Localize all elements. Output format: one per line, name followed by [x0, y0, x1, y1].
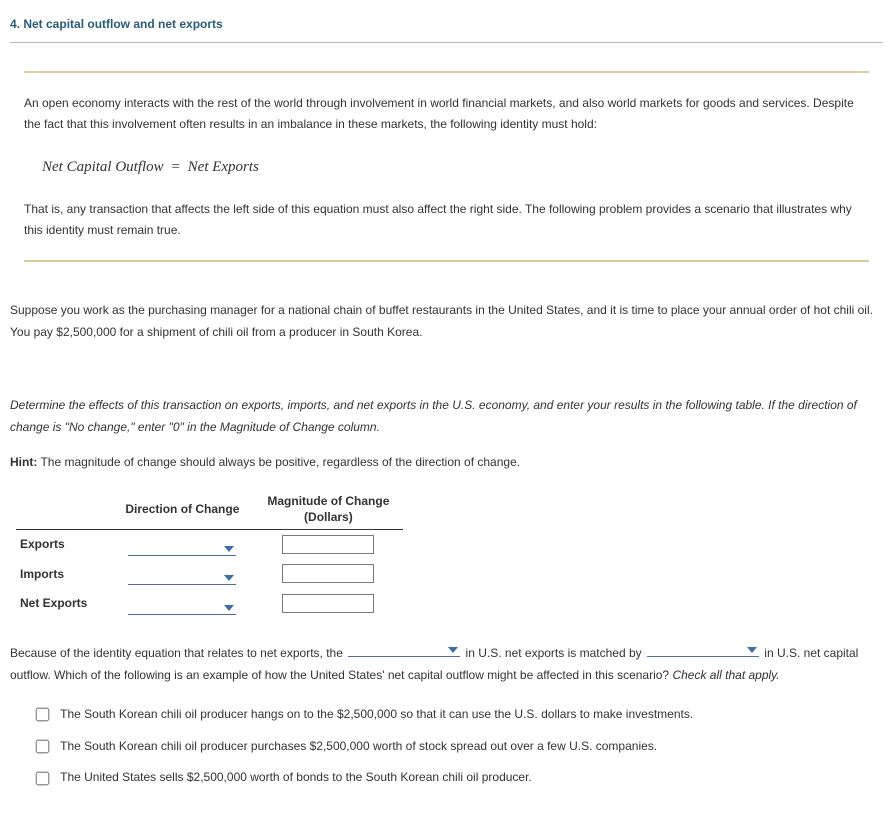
checkbox-option: The South Korean chili oil producer hang…	[32, 704, 883, 726]
followup-paragraph: Because of the identity equation that re…	[10, 643, 883, 686]
scenario-paragraph: Suppose you work as the purchasing manag…	[10, 300, 883, 343]
table-row: Exports	[16, 530, 403, 560]
checkbox-option: The South Korean chili oil producer purc…	[32, 736, 883, 758]
checkbox-option-1[interactable]	[36, 708, 50, 722]
question-title: 4. Net capital outflow and net exports	[10, 14, 883, 36]
row-label-exports: Exports	[16, 530, 111, 560]
magnitude-input-exports[interactable]	[282, 535, 374, 554]
magnitude-input-imports[interactable]	[282, 564, 374, 583]
inline-dropdown-nco-change[interactable]	[647, 643, 759, 657]
chevron-down-icon	[224, 605, 234, 611]
after-equation-paragraph: That is, any transaction that affects th…	[24, 199, 869, 242]
checkbox-label: The South Korean chili oil producer hang…	[60, 707, 693, 721]
table-header-direction: Direction of Change	[111, 492, 253, 530]
direction-dropdown-exports[interactable]	[128, 540, 236, 556]
checkbox-label: The South Korean chili oil producer purc…	[60, 739, 657, 753]
table-header-blank	[16, 492, 111, 530]
checkbox-option: The United States sells $2,500,000 worth…	[32, 767, 883, 789]
equation-rhs: Net Exports	[188, 159, 259, 175]
direction-dropdown-net-exports[interactable]	[128, 599, 236, 615]
intro-paragraph: An open economy interacts with the rest …	[24, 93, 869, 136]
check-all-apply: Check all that apply.	[672, 668, 779, 682]
magnitude-input-net-exports[interactable]	[282, 594, 374, 613]
equation-lhs: Net Capital Outflow	[42, 159, 164, 175]
instructions-paragraph: Determine the effects of this transactio…	[10, 395, 883, 438]
chevron-down-icon	[224, 575, 234, 581]
chevron-down-icon	[224, 546, 234, 552]
table-row: Net Exports	[16, 589, 403, 619]
hint-label: Hint:	[10, 455, 37, 469]
gold-rule-top	[24, 71, 869, 73]
chevron-down-icon	[747, 647, 757, 653]
hint-text: The magnitude of change should always be…	[37, 455, 520, 469]
checkbox-group: The South Korean chili oil producer hang…	[10, 704, 883, 789]
effects-table: Direction of Change Magnitude of Change …	[16, 492, 403, 619]
direction-dropdown-imports[interactable]	[128, 569, 236, 585]
table-header-magnitude: Magnitude of Change (Dollars)	[253, 492, 403, 530]
gold-rule-bottom	[24, 260, 869, 262]
hint-paragraph: Hint: The magnitude of change should alw…	[10, 452, 883, 474]
title-divider	[10, 42, 883, 43]
checkbox-option-2[interactable]	[36, 740, 50, 754]
identity-equation: Net Capital Outflow = Net Exports	[42, 154, 869, 181]
row-label-net-exports: Net Exports	[16, 589, 111, 619]
chevron-down-icon	[448, 647, 458, 653]
inline-dropdown-net-exports-change[interactable]	[348, 643, 460, 657]
equals-sign: =	[167, 159, 183, 175]
row-label-imports: Imports	[16, 560, 111, 590]
checkbox-option-3[interactable]	[36, 771, 50, 785]
checkbox-label: The United States sells $2,500,000 worth…	[60, 770, 532, 784]
table-row: Imports	[16, 560, 403, 590]
